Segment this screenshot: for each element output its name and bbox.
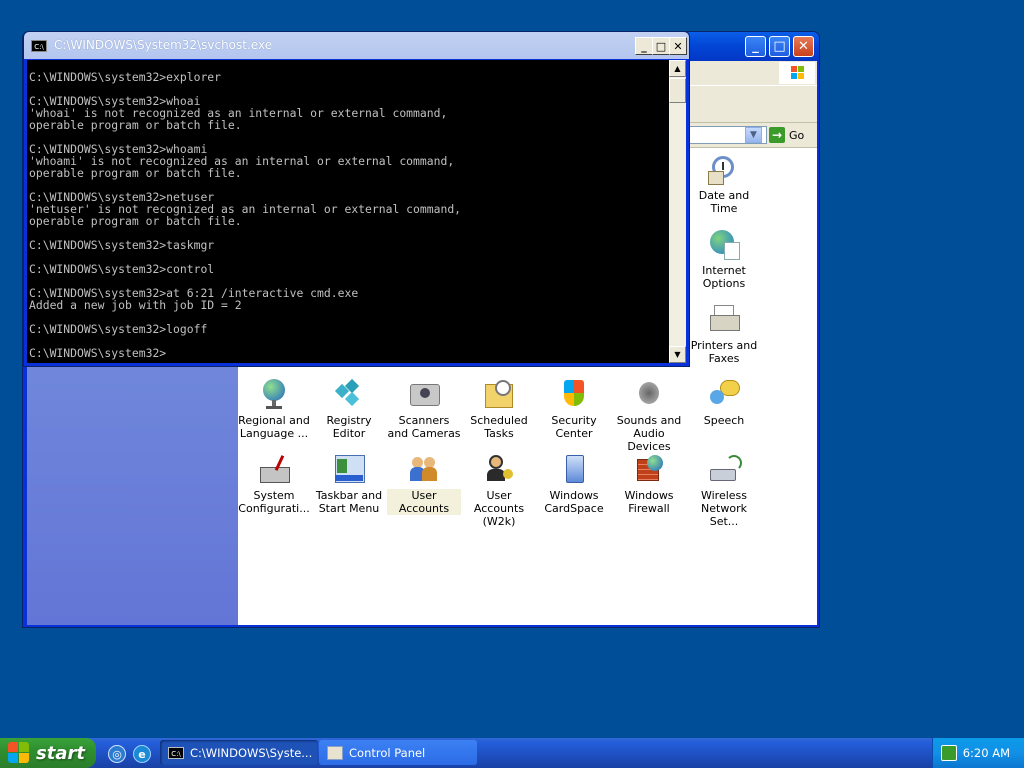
control-panel-item[interactable]: Scanners and Cameras <box>387 374 461 446</box>
console-output[interactable]: C:\WINDOWS\system32>explorer C:\WINDOWS\s… <box>27 60 669 363</box>
console-line: Added a new job with job ID = 2 <box>29 298 242 312</box>
scheduled-tasks-icon <box>483 378 515 410</box>
control-panel-item[interactable]: System Configurati... <box>237 449 311 521</box>
go-button[interactable]: → Go <box>769 126 804 144</box>
user-accounts-icon <box>408 453 440 485</box>
control-panel-item[interactable]: User Accounts <box>387 449 461 521</box>
control-panel-item-label: Windows Firewall <box>624 489 674 515</box>
control-panel-item[interactable]: Registry Editor <box>312 374 386 446</box>
console-line: operable program or batch file. <box>29 118 242 132</box>
control-panel-item[interactable]: Wireless Network Set... <box>687 449 761 528</box>
console-titlebar[interactable]: C:\ C:\WINDOWS\System32\svchost.exe _ □ … <box>24 32 689 59</box>
scroll-up-arrow-icon[interactable]: ▲ <box>669 60 686 77</box>
user-accounts-w2k-icon <box>483 453 515 485</box>
system-config-icon <box>258 453 290 485</box>
internet-explorer-icon[interactable]: e <box>133 745 151 763</box>
taskbar-item-console[interactable]: C:\ C:\WINDOWS\Syste... <box>160 740 318 765</box>
control-panel-item[interactable]: Printers and Faxes <box>687 299 761 371</box>
scanners-cameras-icon <box>408 378 440 410</box>
go-label: Go <box>789 128 805 142</box>
control-panel-item[interactable]: Windows CardSpace <box>537 449 611 521</box>
control-panel-item[interactable]: Date and Time <box>687 149 761 221</box>
console-line: C:\WINDOWS\system32> <box>29 346 167 360</box>
windows-logo-icon <box>779 62 815 84</box>
start-button[interactable]: start <box>0 738 96 768</box>
console-icon: C:\ <box>168 746 184 759</box>
control-panel-icon <box>327 745 343 760</box>
control-panel-item-label: Taskbar and Start Menu <box>315 489 383 515</box>
control-panel-item-label: Printers and Faxes <box>690 339 758 365</box>
firewall-icon <box>633 453 665 485</box>
control-panel-item[interactable]: User Accounts (W2k) <box>462 449 536 528</box>
console-line: C:\WINDOWS\system32>taskmgr <box>29 238 215 252</box>
regional-language-icon <box>258 378 290 410</box>
control-panel-item-label: Sounds and Audio Devices <box>616 414 682 453</box>
system-tray: 6:20 AM <box>932 738 1024 768</box>
sounds-audio-icon <box>633 378 665 410</box>
close-button[interactable]: ✕ <box>793 36 814 57</box>
control-panel-item-label: Registry Editor <box>326 414 372 440</box>
control-panel-item-label: System Configurati... <box>238 489 310 515</box>
start-label: start <box>36 742 85 764</box>
control-panel-item-label: User Accounts <box>387 489 461 515</box>
taskbar-start-menu-icon <box>333 453 365 485</box>
control-panel-item[interactable]: Windows Firewall <box>612 449 686 521</box>
control-panel-item-label: Date and Time <box>698 189 750 215</box>
control-panel-item[interactable]: Regional and Language ... <box>237 374 311 446</box>
maximize-button[interactable]: □ <box>769 36 790 57</box>
wireless-network-icon <box>708 453 742 485</box>
printers-faxes-icon <box>708 303 740 335</box>
console-maximize-button[interactable]: □ <box>652 37 670 55</box>
minimize-button[interactable]: _ <box>745 36 766 57</box>
control-panel-item[interactable]: Speech <box>687 374 761 446</box>
console-line: operable program or batch file. <box>29 214 242 228</box>
network-tray-icon[interactable] <box>941 745 957 761</box>
taskbar-item-control-panel[interactable]: Control Panel <box>319 740 477 765</box>
console-line: C:\WINDOWS\system32>explorer <box>29 70 222 84</box>
control-panel-item-label: Wireless Network Set... <box>700 489 748 528</box>
console-icon: C:\ <box>31 40 47 52</box>
clock[interactable]: 6:20 AM <box>963 746 1010 760</box>
control-panel-item-label: Internet Options <box>702 264 746 290</box>
date-time-icon <box>708 153 740 185</box>
console-title: C:\WINDOWS\System32\svchost.exe <box>54 38 273 52</box>
control-panel-item[interactable]: Taskbar and Start Menu <box>312 449 386 521</box>
console-close-button[interactable]: ✕ <box>669 37 687 55</box>
cardspace-icon <box>558 453 590 485</box>
console-line: operable program or batch file. <box>29 166 242 180</box>
taskbar-item-label: C:\WINDOWS\Syste... <box>190 745 313 760</box>
control-panel-item-label: Windows CardSpace <box>544 489 604 515</box>
control-panel-item-label: User Accounts (W2k) <box>473 489 525 528</box>
console-scrollbar[interactable]: ▲ ▼ <box>669 60 686 363</box>
registry-editor-icon <box>333 378 365 410</box>
control-panel-item-label: Speech <box>703 414 745 427</box>
taskbar-item-label: Control Panel <box>349 745 426 760</box>
go-arrow-icon: → <box>769 127 785 143</box>
windows-flag-icon <box>8 742 30 764</box>
control-panel-item[interactable]: Scheduled Tasks <box>462 374 536 446</box>
scroll-down-arrow-icon[interactable]: ▼ <box>669 346 686 363</box>
show-desktop-icon[interactable]: ◎ <box>108 745 126 763</box>
console-line: C:\WINDOWS\system32>logoff <box>29 322 208 336</box>
control-panel-item-label: Scheduled Tasks <box>470 414 528 440</box>
scroll-thumb[interactable] <box>669 78 686 103</box>
console-window[interactable]: C:\ C:\WINDOWS\System32\svchost.exe _ □ … <box>23 31 690 367</box>
control-panel-item[interactable]: Internet Options <box>687 224 761 296</box>
console-minimize-button[interactable]: _ <box>635 37 653 55</box>
security-center-icon <box>558 378 590 410</box>
control-panel-item-label: Security Center <box>551 414 597 440</box>
control-panel-item[interactable]: Security Center <box>537 374 611 446</box>
speech-icon <box>708 378 740 410</box>
control-panel-item-label: Scanners and Cameras <box>387 414 461 440</box>
control-panel-item[interactable]: Sounds and Audio Devices <box>612 374 686 453</box>
internet-options-icon <box>708 228 740 260</box>
console-line: C:\WINDOWS\system32>control <box>29 262 215 276</box>
taskbar: start ◎ e C:\ C:\WINDOWS\Syste... Contro… <box>0 738 1024 768</box>
address-dropdown-button[interactable]: ▼ <box>745 127 762 143</box>
control-panel-item-label: Regional and Language ... <box>238 414 310 440</box>
